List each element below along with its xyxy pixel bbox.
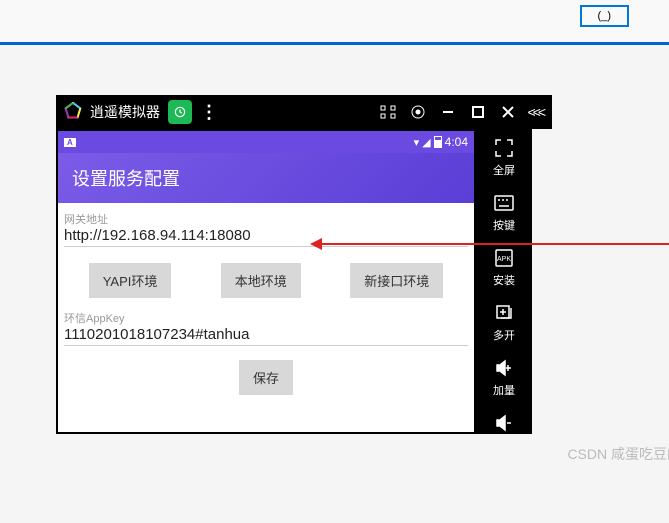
keys-button[interactable]: 按键 [493, 192, 515, 233]
app-title: 设置服务配置 [72, 165, 180, 191]
collapse-chevrons-icon[interactable]: <<< [527, 104, 543, 120]
volume-down-button[interactable] [493, 412, 515, 434]
battery-icon [434, 136, 442, 148]
fullscreen-button[interactable]: 全屏 [493, 137, 515, 178]
appkey-value[interactable]: 1110201018107234#tanhua [64, 326, 468, 343]
screenshot-container: 逍遥模拟器 ⋮ <<< A ▾ ◢ 4:04 [56, 95, 669, 434]
appkey-label: 环信AppKey [64, 310, 468, 326]
emulator-side-toolbar: 全屏 按键 APK 安装 多开 加量 [476, 129, 532, 434]
maximize-icon[interactable] [463, 97, 493, 127]
refresh-button[interactable] [168, 100, 192, 124]
minimize-icon[interactable] [433, 97, 463, 127]
signal-icon: ◢ [422, 136, 430, 149]
status-clock: 4:04 [445, 135, 468, 149]
target-icon[interactable] [403, 97, 433, 127]
yapi-env-button[interactable]: YAPI环境 [89, 263, 172, 298]
emulator-body: A ▾ ◢ 4:04 设置服务配置 网关地址 http://192.168.94… [56, 129, 552, 434]
gateway-label: 网关地址 [64, 211, 468, 227]
emulator-title: 逍遥模拟器 [90, 102, 160, 122]
watermark: CSDN 咸蛋吃豆的土豆 [567, 444, 669, 464]
volume-up-button[interactable]: 加量 [493, 357, 515, 398]
parent-button[interactable]: (_) [580, 5, 629, 27]
volume-down-icon [493, 412, 515, 434]
emulator-titlebar: 逍遥模拟器 ⋮ <<< [56, 95, 552, 129]
android-status-bar: A ▾ ◢ 4:04 [58, 131, 474, 153]
multi-instance-button[interactable]: 多开 [493, 302, 515, 343]
install-button[interactable]: APK 安装 [493, 247, 515, 288]
annotation-arrow [320, 243, 669, 245]
gateway-value[interactable]: http://192.168.94.114:18080 [64, 227, 468, 244]
app-header: 设置服务配置 [58, 153, 474, 203]
svg-text:APK: APK [497, 256, 511, 263]
local-env-button[interactable]: 本地环境 [221, 263, 301, 298]
wifi-icon: ▾ [414, 136, 420, 149]
apk-icon: APK [493, 247, 515, 269]
save-button[interactable]: 保存 [239, 360, 293, 395]
volume-up-icon [493, 357, 515, 379]
close-icon[interactable] [493, 97, 523, 127]
fullscreen-icon [493, 137, 515, 159]
keyboard-icon [493, 192, 515, 214]
aspect-ratio-icon[interactable] [373, 97, 403, 127]
multi-icon [493, 302, 515, 324]
newapi-env-button[interactable]: 新接口环境 [350, 263, 443, 298]
parent-window-fragment: (_) [0, 0, 669, 45]
emulator-logo-icon [62, 101, 84, 123]
status-indicator: A [64, 138, 76, 147]
more-menu-icon[interactable]: ⋮ [200, 102, 218, 123]
android-screen: A ▾ ◢ 4:04 设置服务配置 网关地址 http://192.168.94… [56, 129, 476, 434]
